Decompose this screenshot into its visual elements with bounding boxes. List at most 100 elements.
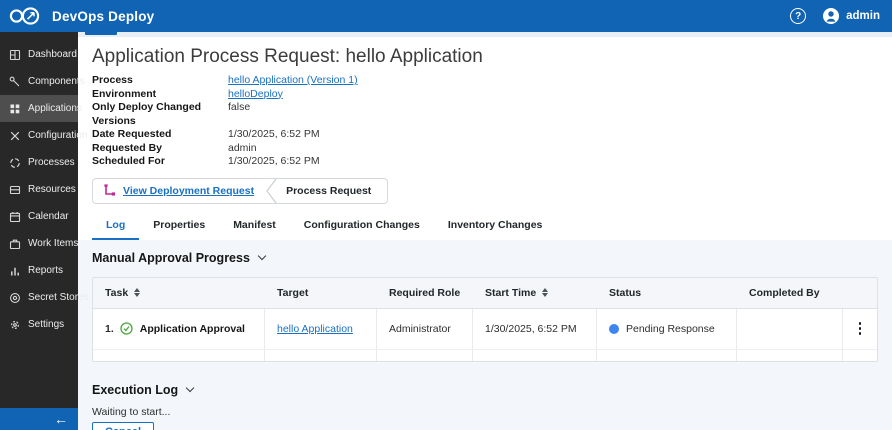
sidebar-item-calendar[interactable]: Calendar	[0, 203, 78, 230]
required-role-value: Administrator	[389, 323, 451, 335]
row-overflow-menu-icon[interactable]	[855, 318, 866, 339]
processes-icon	[9, 157, 21, 169]
view-deployment-request-link[interactable]: View Deployment Request	[123, 185, 254, 197]
app-title: DevOps Deploy	[52, 9, 154, 24]
applications-icon	[9, 103, 21, 115]
approval-check-icon	[120, 322, 133, 335]
clipped-breadcrumb-fragment	[85, 32, 117, 35]
column-header-status: Status	[609, 287, 641, 299]
sidebar-item-label: Settings	[28, 319, 64, 330]
task-name: Application Approval	[140, 323, 245, 335]
deployment-tree-icon	[103, 184, 116, 197]
sidebar-item-label: Calendar	[28, 211, 69, 222]
calendar-icon	[9, 211, 21, 223]
clipped-breadcrumb-strip	[78, 32, 892, 37]
table-row: 1. Application Approval hello Applicatio…	[93, 309, 877, 349]
chevron-left-separator-icon	[264, 178, 278, 204]
devops-deploy-window: DevOps Deploy ? admin Dashboard Componen…	[0, 0, 892, 430]
tab-properties[interactable]: Properties	[139, 213, 219, 240]
sidebar-item-label: Processes	[28, 157, 75, 168]
collapse-arrow-icon[interactable]: ←	[54, 411, 68, 427]
column-header-start-time: Start Time	[485, 287, 536, 299]
tab-inventory-changes[interactable]: Inventory Changes	[434, 213, 557, 240]
page-title: Application Process Request: hello Appli…	[92, 46, 878, 68]
status-label: Pending Response	[626, 323, 715, 335]
sidebar-item-dashboard[interactable]: Dashboard	[0, 41, 78, 68]
sidebar-item-label: Configuration	[28, 130, 87, 141]
section-title: Execution Log	[92, 383, 178, 397]
approval-table: Task Target Required Role Start Time Sta…	[92, 277, 878, 362]
detail-value: 1/30/2025, 6:52 PM	[228, 155, 878, 169]
execution-log-header[interactable]: Execution Log	[92, 383, 878, 397]
execution-status-text: Waiting to start...	[92, 406, 878, 418]
chevron-down-icon	[186, 384, 194, 392]
detail-label: Requested By	[92, 142, 228, 156]
help-icon[interactable]: ?	[790, 8, 806, 24]
sort-icon[interactable]	[134, 288, 140, 298]
sidebar-item-label: Secret Stores	[28, 292, 89, 303]
table-footer-row	[93, 349, 877, 361]
username-label: admin	[846, 10, 880, 22]
tab-manifest[interactable]: Manifest	[219, 213, 290, 240]
components-icon	[9, 76, 21, 88]
sidebar-item-label: Resources	[28, 184, 76, 195]
user-menu[interactable]: admin	[822, 7, 880, 25]
detail-label: Environment	[92, 88, 228, 102]
tab-log[interactable]: Log	[92, 213, 139, 240]
dashboard-icon	[9, 49, 21, 61]
log-tab-panel: Manual Approval Progress Task Target Req…	[78, 240, 892, 430]
sidebar-item-label: Dashboard	[28, 49, 77, 60]
detail-label: Scheduled For	[92, 155, 228, 169]
detail-value: 1/30/2025, 6:52 PM	[228, 128, 878, 142]
settings-icon	[9, 319, 21, 331]
table-header-row: Task Target Required Role Start Time Sta…	[93, 278, 877, 309]
column-header-completed-by: Completed By	[749, 287, 820, 299]
environment-link[interactable]: helloDeploy	[228, 88, 283, 100]
resources-icon	[9, 184, 21, 196]
sidebar-item-reports[interactable]: Reports	[0, 257, 78, 284]
start-time-value: 1/30/2025, 6:52 PM	[485, 323, 577, 335]
request-details: Process hello Application (Version 1) En…	[92, 74, 878, 169]
sidebar-item-resources[interactable]: Resources	[0, 176, 78, 203]
sidebar-item-label: Components	[28, 76, 85, 87]
target-link[interactable]: hello Application	[277, 323, 353, 335]
task-index: 1.	[105, 323, 114, 335]
sidebar-collapse-bar[interactable]: ←	[0, 408, 78, 430]
sidebar-item-processes[interactable]: Processes	[0, 149, 78, 176]
detail-label: Only Deploy Changed Versions	[92, 101, 228, 128]
process-link[interactable]: hello Application (Version 1)	[228, 74, 358, 86]
chevron-down-icon	[258, 252, 266, 260]
column-header-task: Task	[105, 287, 128, 299]
configuration-icon	[9, 130, 21, 142]
tab-configuration-changes[interactable]: Configuration Changes	[290, 213, 434, 240]
manual-approval-progress-header[interactable]: Manual Approval Progress	[92, 251, 878, 265]
reports-icon	[9, 265, 21, 277]
top-header-bar: DevOps Deploy ? admin	[0, 0, 892, 32]
pending-status-dot-icon	[609, 324, 619, 334]
sidebar-item-settings[interactable]: Settings	[0, 311, 78, 338]
sidebar-item-label: Applications	[28, 103, 82, 114]
sidebar-item-secret-stores[interactable]: Secret Stores	[0, 284, 78, 311]
sidebar-item-work-items[interactable]: Work Items	[0, 230, 78, 257]
section-title: Manual Approval Progress	[92, 251, 250, 265]
avatar-icon	[822, 7, 840, 25]
sidebar-item-label: Reports	[28, 265, 63, 276]
detail-value: false	[228, 101, 878, 128]
column-header-required-role: Required Role	[389, 287, 460, 299]
devops-infinity-logo-icon	[8, 6, 42, 26]
main-content: Application Process Request: hello Appli…	[78, 32, 892, 430]
detail-label: Date Requested	[92, 128, 228, 142]
process-request-crumb: Process Request	[278, 185, 387, 197]
sidebar-item-configuration[interactable]: Configuration	[0, 122, 78, 149]
sort-icon[interactable]	[542, 288, 548, 298]
detail-label: Process	[92, 74, 228, 88]
secret-stores-icon	[9, 292, 21, 304]
sidebar-item-applications[interactable]: Applications	[0, 95, 78, 122]
cancel-button[interactable]: Cancel	[92, 422, 154, 430]
sidebar-item-label: Work Items	[28, 238, 78, 249]
work-items-icon	[9, 238, 21, 250]
tab-bar: Log Properties Manifest Configuration Ch…	[92, 213, 878, 240]
sidebar: Dashboard Components Applications Config…	[0, 32, 78, 430]
request-navigation: View Deployment Request Process Request	[92, 178, 388, 204]
sidebar-item-components[interactable]: Components	[0, 68, 78, 95]
